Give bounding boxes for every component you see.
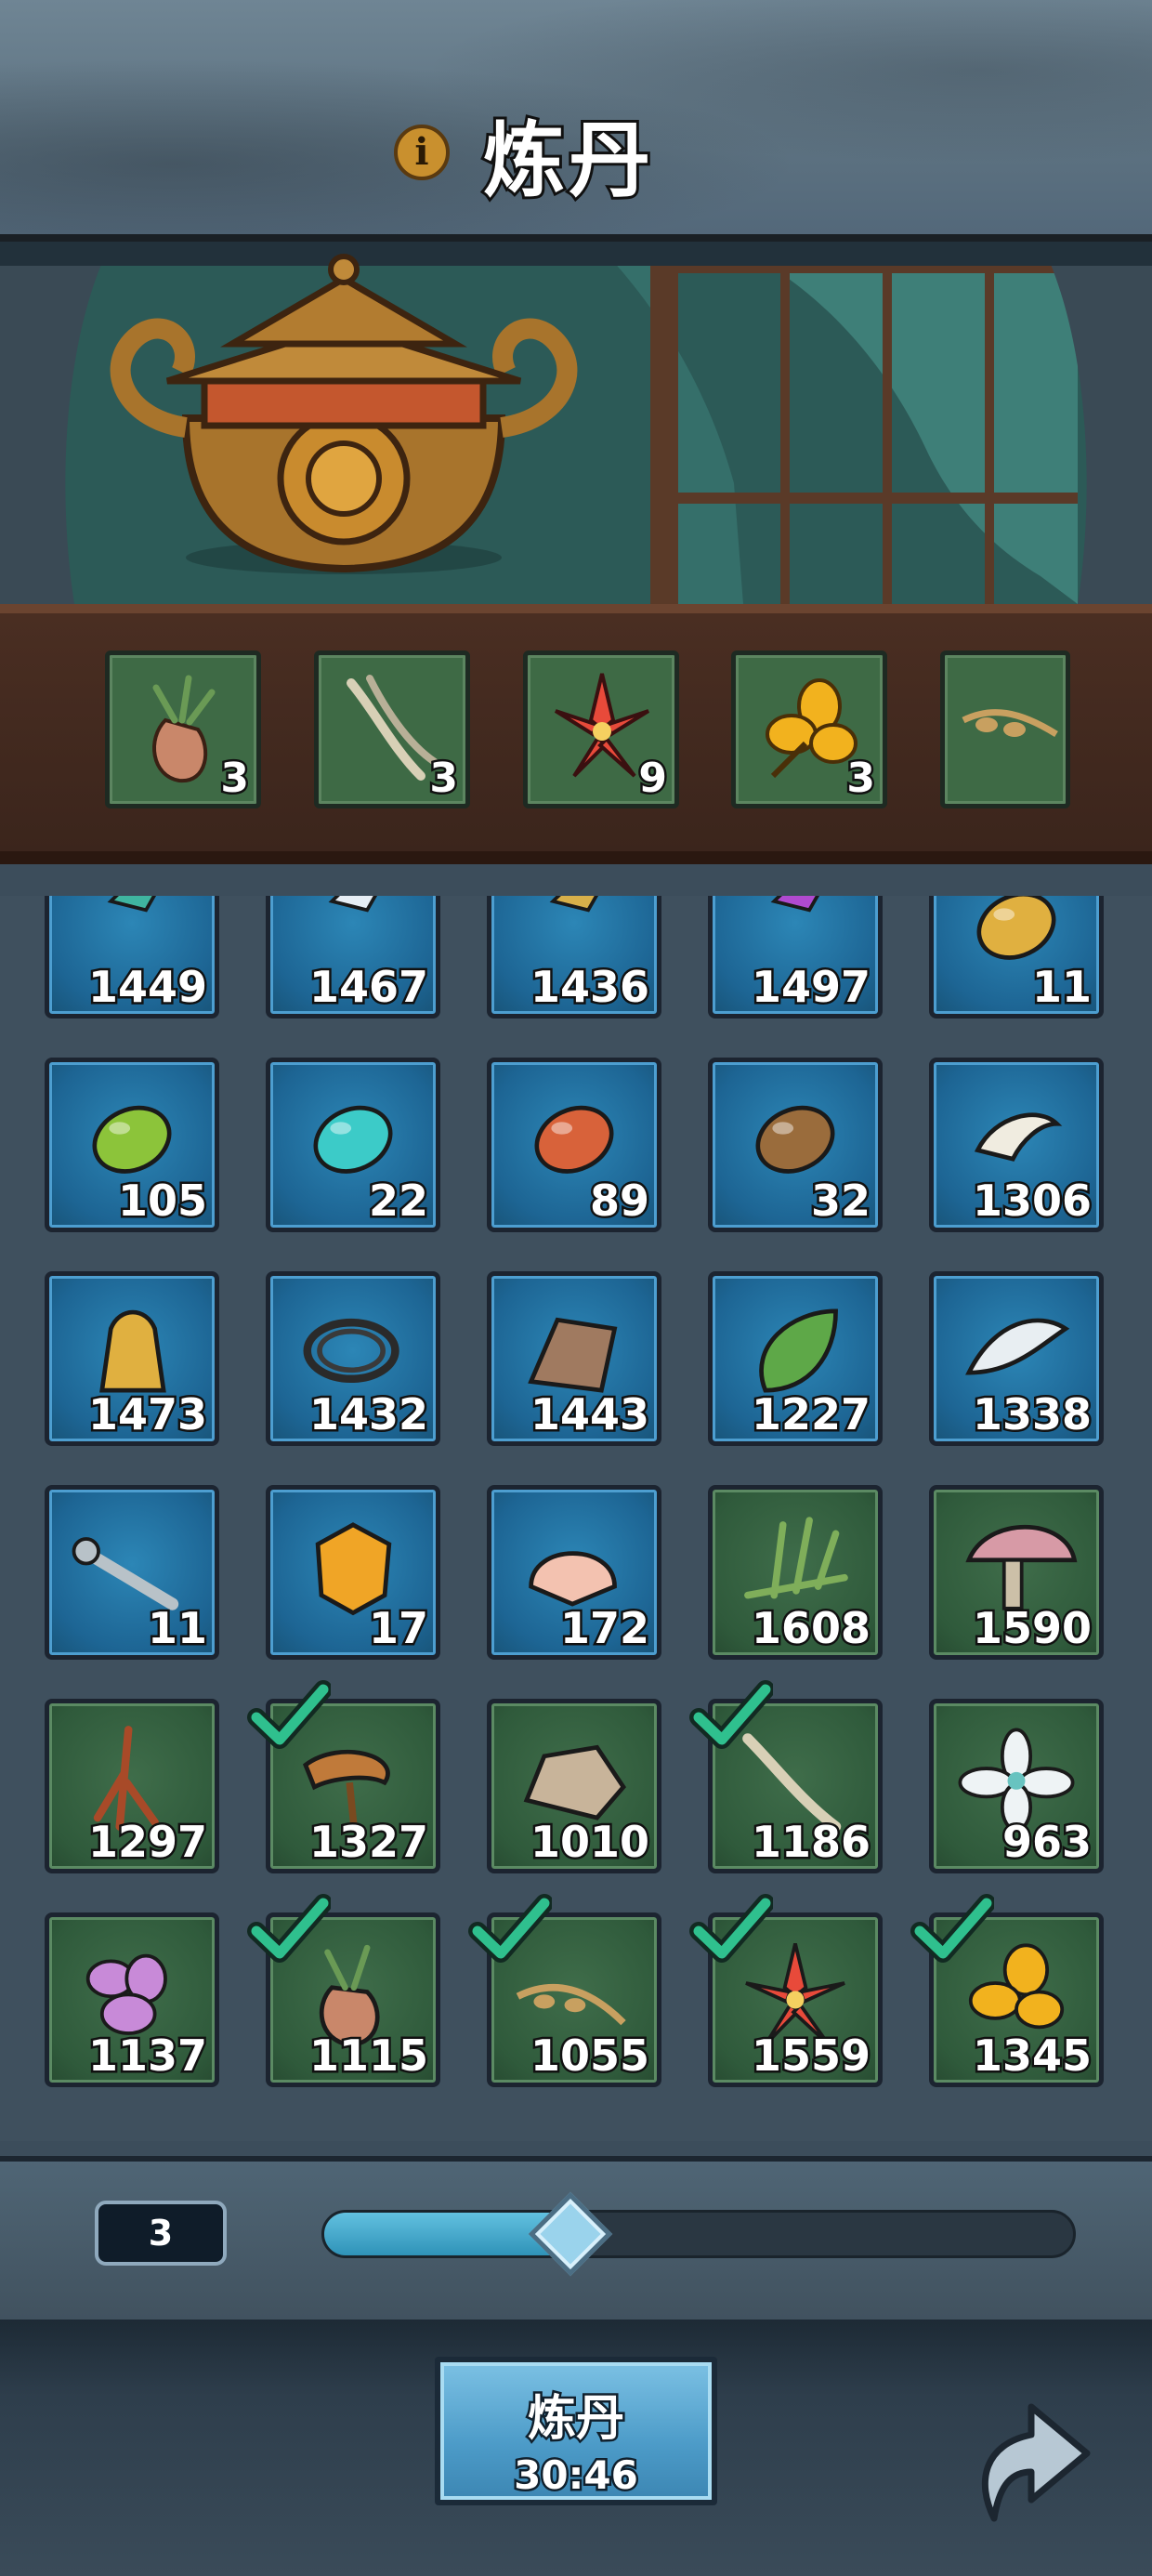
- item-count: 1297: [85, 1815, 209, 1870]
- inventory-slot[interactable]: 1338: [929, 1271, 1104, 1446]
- item-count: 17: [366, 1601, 430, 1656]
- item-count: 1010: [528, 1815, 651, 1870]
- item-count: 1306: [970, 1174, 1093, 1229]
- item-count: 1473: [85, 1387, 209, 1442]
- item-count: 1055: [528, 2029, 651, 2083]
- inventory-slot[interactable]: 1432: [266, 1271, 440, 1446]
- slot-count: 3: [844, 753, 878, 805]
- inventory-grid: 1449 1467 1436 1497 11 105 22 89 32 1306 1473 1432 1…: [0, 896, 1152, 2141]
- item-count: 11: [1029, 960, 1093, 1015]
- back-arrow-icon[interactable]: [957, 2379, 1096, 2528]
- slot-count: 3: [218, 753, 252, 805]
- selected-slot[interactable]: 3: [105, 651, 261, 808]
- seed-pod-icon: [962, 709, 1058, 737]
- item-count: 1345: [970, 2029, 1093, 2083]
- inventory-slot[interactable]: 1227: [708, 1271, 883, 1446]
- scene-illustration: [0, 242, 1152, 604]
- inventory-slot[interactable]: 22: [266, 1058, 440, 1232]
- item-count: 22: [366, 1174, 430, 1229]
- inventory-slot[interactable]: 11: [929, 896, 1104, 1019]
- item-count: 1186: [749, 1815, 872, 1870]
- item-count: 89: [587, 1174, 651, 1229]
- item-count: 1559: [749, 2029, 872, 2083]
- inventory-slot[interactable]: 11: [45, 1485, 219, 1660]
- item-count: 1115: [307, 2029, 430, 2083]
- selected-slot[interactable]: 3: [731, 651, 887, 808]
- item-count: 1467: [307, 960, 430, 1015]
- selected-slot[interactable]: 3: [314, 651, 470, 808]
- slot-count: 9: [636, 753, 670, 805]
- item-count: 1137: [85, 2029, 209, 2083]
- item-count: 1436: [528, 960, 651, 1015]
- checkmark-icon: [247, 1894, 331, 1963]
- inventory-slot[interactable]: 172: [487, 1485, 661, 1660]
- refine-button-label: 炼丹: [525, 2389, 626, 2450]
- checkmark-icon: [468, 1894, 552, 1963]
- refine-button[interactable]: 炼丹 30:46: [435, 2357, 717, 2505]
- inventory-slot[interactable]: 17: [266, 1485, 440, 1660]
- item-count: 1443: [528, 1387, 651, 1442]
- item-count: 11: [145, 1601, 209, 1656]
- inventory-slot[interactable]: 1137: [45, 1912, 219, 2087]
- item-count: 1432: [307, 1387, 430, 1442]
- checkmark-icon: [247, 1680, 331, 1749]
- inventory-slot[interactable]: 1467: [266, 896, 440, 1019]
- checkmark-icon: [910, 1894, 994, 1963]
- refine-button-timer: 30:46: [512, 2451, 641, 2501]
- info-icon[interactable]: i: [394, 125, 450, 180]
- quantity-slider-track[interactable]: [321, 2210, 1076, 2258]
- item-count: 32: [808, 1174, 872, 1229]
- item-count: 1608: [749, 1601, 872, 1656]
- item-count: 1590: [970, 1601, 1093, 1656]
- item-count: 1227: [749, 1387, 872, 1442]
- inventory-slot[interactable]: 1449: [45, 896, 219, 1019]
- item-count: 1327: [307, 1815, 430, 1870]
- slot-count: 3: [427, 753, 461, 805]
- inventory-slot[interactable]: 89: [487, 1058, 661, 1232]
- inventory-slot[interactable]: 1473: [45, 1271, 219, 1446]
- item-count: 1338: [970, 1387, 1093, 1442]
- inventory-slot[interactable]: 1297: [45, 1699, 219, 1873]
- item-count: 105: [115, 1174, 209, 1229]
- checkmark-icon: [689, 1894, 773, 1963]
- item-count: 963: [1000, 1815, 1093, 1870]
- alchemy-scene: [0, 242, 1152, 604]
- item-count: 172: [557, 1601, 651, 1656]
- selected-slot[interactable]: [940, 651, 1070, 808]
- inventory-slot[interactable]: 1590: [929, 1485, 1104, 1660]
- inventory-slot[interactable]: 1608: [708, 1485, 883, 1660]
- inventory-slot[interactable]: 1010: [487, 1699, 661, 1873]
- inventory-slot[interactable]: 32: [708, 1058, 883, 1232]
- inventory-slot[interactable]: 1436: [487, 896, 661, 1019]
- header-bar: i 炼丹: [0, 0, 1152, 242]
- item-count: 1497: [749, 960, 872, 1015]
- inventory-slot[interactable]: 1497: [708, 896, 883, 1019]
- quantity-input[interactable]: 3: [95, 2201, 227, 2266]
- inventory-slot[interactable]: 963: [929, 1699, 1104, 1873]
- page-title: 炼丹: [480, 110, 655, 211]
- item-count: 1449: [85, 960, 209, 1015]
- checkmark-icon: [689, 1680, 773, 1749]
- inventory-slot[interactable]: 1443: [487, 1271, 661, 1446]
- selected-slot[interactable]: 9: [523, 651, 679, 808]
- inventory-slot[interactable]: 105: [45, 1058, 219, 1232]
- inventory-slot[interactable]: 1306: [929, 1058, 1104, 1232]
